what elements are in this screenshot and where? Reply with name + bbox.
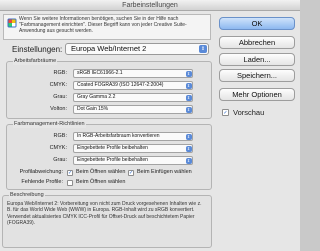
info-box: Wenn Sie weitere Informationen benötigen…	[3, 14, 211, 40]
gray-policy-dropdown[interactable]: Eingebettete Profile beibehalten ⇕	[73, 156, 193, 165]
mismatch-paste-label: Beim Einfügen wählen	[137, 169, 192, 175]
profile-mismatch-label: Profilabweichung:	[19, 169, 63, 175]
rgb-workspace-dropdown[interactable]: sRGB IEC61966-2.1 ⇕	[73, 69, 193, 78]
description-group: Beschreibung Europa Web/Internet 2: Vorb…	[2, 192, 212, 248]
chevron-updown-icon: ⇕	[185, 133, 192, 140]
settings-value: Europa Web/Internet 2	[71, 44, 147, 53]
chevron-updown-icon: ⇕	[199, 45, 207, 53]
rgb-policy-dropdown[interactable]: In RGB-Arbeitsfarbraum konvertieren ⇕	[73, 132, 193, 141]
info-text: Wenn Sie weitere Informationen benötigen…	[19, 16, 187, 34]
chevron-updown-icon: ⇕	[185, 157, 192, 164]
rgb-workspace-value: sRGB IEC61966-2.1	[77, 70, 123, 76]
preview-label: Vorschau	[233, 108, 265, 117]
rgb-workspace-label: RGB:	[53, 70, 67, 76]
chevron-updown-icon: ⇕	[185, 82, 192, 89]
gray-workspace-label: Grau:	[53, 94, 67, 100]
working-spaces-title: Arbeitsfarbräume	[13, 58, 58, 65]
cmyk-policy-label: CMYK:	[49, 145, 67, 151]
mismatch-open-checkbox[interactable]: ✓	[67, 170, 73, 176]
cancel-button[interactable]: Abbrechen	[219, 36, 295, 49]
gray-workspace-value: Gray Gamma 2.2	[77, 94, 116, 100]
info-icon	[7, 18, 17, 28]
policies-group: Farbmanagement-Richtlinien RGB: In RGB-A…	[6, 121, 212, 190]
policies-title: Farbmanagement-Richtlinien	[13, 121, 86, 128]
spot-workspace-value: Dot Gain 15%	[77, 106, 109, 112]
chevron-updown-icon: ⇕	[185, 94, 192, 101]
settings-label: Einstellungen:	[12, 45, 63, 54]
missing-open-label: Beim Öffnen wählen	[76, 179, 126, 185]
cmyk-workspace-value: Coated FOGRA39 (ISO 12647-2:2004)	[77, 82, 164, 88]
mismatch-open-label: Beim Öffnen wählen	[76, 169, 126, 175]
working-spaces-group: Arbeitsfarbräume RGB: sRGB IEC61966-2.1 …	[6, 58, 212, 119]
cmyk-workspace-label: CMYK:	[49, 82, 67, 88]
spot-workspace-label: Volton:	[50, 106, 67, 112]
gray-policy-value: Eingebettete Profile beibehalten	[77, 157, 148, 163]
chevron-updown-icon: ⇕	[185, 70, 192, 77]
cmyk-policy-value: Eingebettete Profile beibehalten	[77, 145, 148, 151]
title-bar[interactable]: Farbeinstellungen	[0, 0, 300, 11]
gray-workspace-dropdown[interactable]: Gray Gamma 2.2 ⇕	[73, 93, 193, 102]
rgb-policy-label: RGB:	[53, 133, 67, 139]
more-options-button[interactable]: Mehr Optionen	[219, 88, 295, 101]
description-text: Europa Web/Internet 2: Vorbereitung von …	[7, 201, 202, 226]
load-button[interactable]: Laden...	[219, 53, 295, 66]
save-button[interactable]: Speichern...	[219, 69, 295, 82]
cmyk-policy-dropdown[interactable]: Eingebettete Profile beibehalten ⇕	[73, 144, 193, 153]
chevron-updown-icon: ⇕	[185, 106, 192, 113]
preview-checkbox[interactable]: ✓	[222, 109, 229, 116]
ok-button[interactable]: OK	[219, 17, 295, 30]
preview-row: ✓ Vorschau	[222, 108, 292, 118]
cmyk-workspace-dropdown[interactable]: Coated FOGRA39 (ISO 12647-2:2004) ⇕	[73, 81, 193, 90]
window-title: Farbeinstellungen	[122, 2, 178, 9]
missing-open-checkbox[interactable]	[67, 180, 73, 186]
spot-workspace-dropdown[interactable]: Dot Gain 15% ⇕	[73, 105, 193, 114]
description-title: Beschreibung	[9, 192, 45, 199]
missing-profiles-label: Fehlende Profile:	[21, 179, 63, 185]
color-settings-dialog: Farbeinstellungen Wenn Sie weitere Infor…	[0, 0, 300, 251]
chevron-updown-icon: ⇕	[185, 145, 192, 152]
mismatch-paste-checkbox[interactable]: ✓	[128, 170, 134, 176]
settings-dropdown[interactable]: Europa Web/Internet 2 ⇕	[65, 43, 209, 55]
rgb-policy-value: In RGB-Arbeitsfarbraum konvertieren	[77, 133, 160, 139]
gray-policy-label: Grau:	[53, 157, 67, 163]
settings-row: Einstellungen: Europa Web/Internet 2 ⇕	[12, 42, 212, 56]
